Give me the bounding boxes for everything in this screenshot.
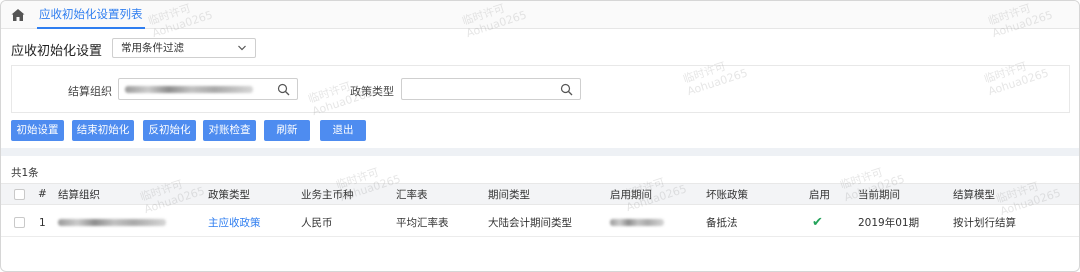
- policy-type-input[interactable]: [401, 78, 581, 100]
- refresh-button[interactable]: 刷新: [264, 120, 310, 141]
- end-init-button[interactable]: 结束初始化: [72, 120, 134, 141]
- row-index: 1: [39, 216, 46, 229]
- search-icon[interactable]: [277, 83, 290, 96]
- column-header[interactable]: 启用: [809, 184, 830, 204]
- settle-model-cell: 按计划行结算: [953, 217, 1016, 229]
- bad-debt-policy-cell: 备抵法: [706, 217, 738, 229]
- filter-panel: 结算组织 政策类型: [11, 65, 1070, 113]
- search-icon[interactable]: [560, 83, 573, 96]
- policy-type-link[interactable]: 主应收政策: [208, 209, 261, 236]
- currency-cell: 人民币: [301, 217, 333, 229]
- common-filter-select-value: 常用条件过滤: [121, 42, 184, 54]
- column-header[interactable]: 政策类型: [208, 184, 250, 204]
- reverse-init-button[interactable]: 反初始化: [143, 120, 196, 141]
- column-header[interactable]: 当前期间: [858, 184, 900, 204]
- rate-table-cell: 平均汇率表: [396, 217, 449, 229]
- current-period-cell: 2019年01期: [858, 217, 920, 229]
- page-title: 应收初始化设置: [11, 44, 103, 59]
- column-header[interactable]: 结算模型: [953, 184, 995, 204]
- redacted-value: [610, 219, 664, 226]
- row-checkbox[interactable]: [14, 209, 25, 236]
- enable-period-cell: [610, 209, 666, 236]
- table-row[interactable]: 1 主应收政策 人民币 平均汇率表 大陆会计期间类型 备抵法 ✔ 2019年01…: [1, 209, 1079, 237]
- column-header[interactable]: 业务主币种: [301, 184, 354, 204]
- column-header[interactable]: 启用期间: [610, 184, 652, 204]
- settle-org-input[interactable]: [118, 78, 298, 100]
- redacted-value: [125, 86, 253, 93]
- column-header[interactable]: 结算组织: [58, 184, 100, 204]
- tab-bar: 应收初始化设置列表: [1, 1, 1079, 29]
- settle-org-label: 结算组织: [68, 85, 112, 98]
- section-divider: [1, 148, 1079, 156]
- record-count: 共1条: [11, 167, 39, 179]
- chevron-down-icon: [238, 45, 246, 51]
- column-header[interactable]: 期间类型: [488, 184, 530, 204]
- settle-org-cell: [58, 209, 168, 236]
- app-window: 应收初始化设置列表 应收初始化设置 常用条件过滤 结算组织 政策类型 初始设置: [0, 0, 1080, 272]
- init-settings-button[interactable]: 初始设置: [11, 120, 64, 141]
- common-filter-select[interactable]: 常用条件过滤: [112, 38, 256, 58]
- select-all-checkbox[interactable]: [14, 184, 25, 204]
- column-header[interactable]: 坏账政策: [706, 184, 748, 204]
- table-header: # 结算组织 政策类型 业务主币种 汇率表 期间类型 启用期间 坏账政策 启用 …: [1, 183, 1079, 205]
- enabled-check-icon: ✔: [812, 215, 823, 230]
- home-icon[interactable]: [10, 7, 26, 23]
- tab-receivable-init-list[interactable]: 应收初始化设置列表: [37, 1, 145, 29]
- column-header[interactable]: 汇率表: [396, 184, 428, 204]
- policy-type-label: 政策类型: [350, 85, 394, 98]
- exit-button[interactable]: 退出: [320, 120, 366, 141]
- redacted-value: [58, 219, 166, 226]
- reconcile-check-button[interactable]: 对账检查: [203, 120, 256, 141]
- column-header: #: [38, 188, 47, 200]
- period-type-cell: 大陆会计期间类型: [488, 217, 572, 229]
